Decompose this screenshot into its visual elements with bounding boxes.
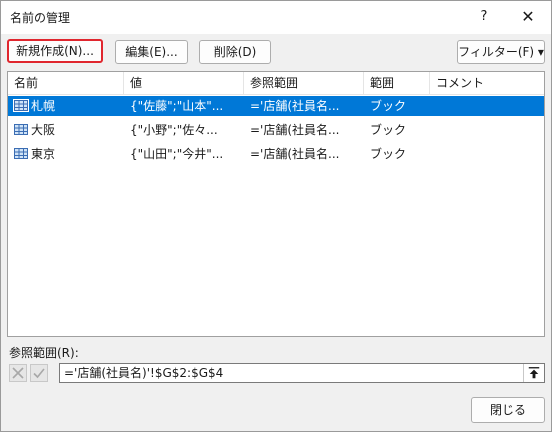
name-grid-icon: [14, 148, 28, 159]
row-refers-to: ='店舗(社員名...: [250, 123, 340, 137]
row-comment: [436, 96, 536, 116]
title-bar: 名前の管理 ? ✕: [1, 1, 551, 34]
name-grid-icon: [13, 99, 29, 112]
row-scope: ブック: [370, 99, 407, 113]
edit-name-button[interactable]: 編集(E)...: [115, 40, 188, 64]
refers-to-label: 参照範囲(R):: [9, 346, 79, 360]
close-window-button[interactable]: ✕: [511, 4, 545, 30]
row-name: 札幌: [31, 99, 56, 113]
name-manager-dialog: 名前の管理 ? ✕ 新規作成(N)... 編集(E)... 削除(D) フィルタ…: [0, 0, 552, 432]
dialog-title: 名前の管理: [10, 11, 71, 25]
row-name: 東京: [31, 147, 56, 161]
row-scope: ブック: [370, 123, 407, 137]
row-value: {"小野";"佐々...: [130, 123, 218, 137]
row-comment: [436, 120, 536, 140]
checkmark-icon[interactable]: [30, 364, 48, 382]
close-button[interactable]: 閉じる: [471, 397, 545, 423]
new-name-button[interactable]: 新規作成(N)...: [7, 39, 103, 63]
list-row-osaka[interactable]: 大阪 {"小野";"佐々... ='店舗(社員名... ブック: [8, 120, 544, 140]
help-button[interactable]: ?: [469, 4, 499, 30]
row-name: 大阪: [31, 123, 56, 137]
row-value: {"山田";"今井"...: [130, 147, 224, 161]
list-row-tokyo[interactable]: 東京 {"山田";"今井"... ='店舗(社員名... ブック: [8, 144, 544, 164]
filter-dropdown-button[interactable]: フィルター(F) ▾: [457, 40, 545, 64]
row-scope: ブック: [370, 147, 407, 161]
cancel-x-icon[interactable]: [9, 364, 27, 382]
refers-to-input[interactable]: ='店舗(社員名)'!$G$2:$G$4: [59, 363, 545, 383]
list-header: 名前 値 参照範囲 範囲 コメント: [8, 72, 544, 95]
row-comment: [436, 144, 536, 164]
row-refers-to: ='店舗(社員名...: [250, 147, 340, 161]
column-header-scope[interactable]: 範囲: [364, 72, 430, 94]
row-value: {"佐藤";"山本"...: [130, 99, 224, 113]
delete-name-button[interactable]: 削除(D): [199, 40, 271, 64]
collapse-dialog-icon[interactable]: [523, 364, 544, 382]
name-grid-icon: [14, 124, 28, 135]
column-header-comment[interactable]: コメント: [430, 72, 544, 94]
column-header-name[interactable]: 名前: [8, 72, 124, 94]
list-row-sapporo[interactable]: 札幌 {"佐藤";"山本"... ='店舗(社員名... ブック: [8, 96, 544, 116]
row-refers-to: ='店舗(社員名...: [250, 99, 340, 113]
column-header-value[interactable]: 値: [124, 72, 244, 94]
column-header-refers-to[interactable]: 参照範囲: [244, 72, 364, 94]
names-list[interactable]: 名前 値 参照範囲 範囲 コメント 札幌 {"佐藤";"山本"... ='店舗(…: [7, 71, 545, 337]
